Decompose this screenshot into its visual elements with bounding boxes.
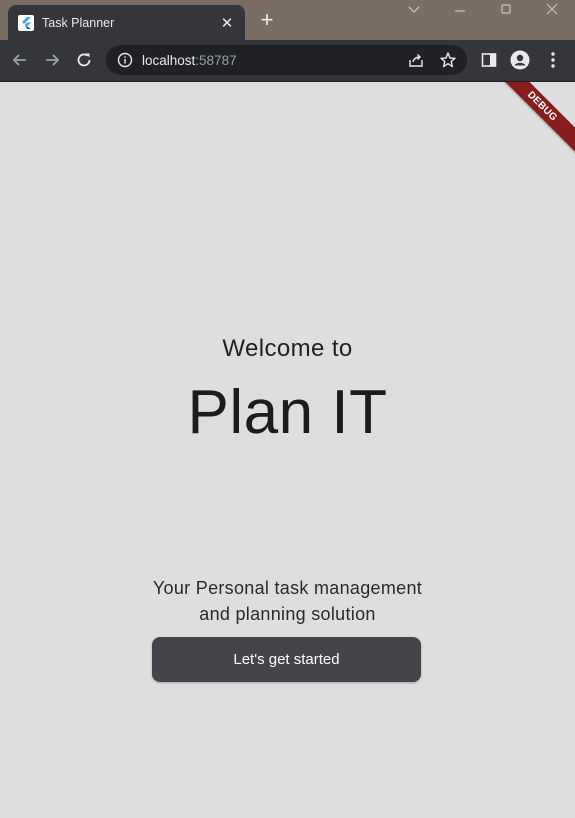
url-port: :58787 <box>195 52 237 68</box>
browser-tab[interactable]: Task Planner ✕ <box>8 5 245 40</box>
app-title: Plan IT <box>187 378 388 447</box>
reload-icon[interactable] <box>72 48 96 72</box>
forward-arrow-icon[interactable] <box>40 48 64 72</box>
minimize-icon[interactable] <box>448 2 472 22</box>
maximize-icon[interactable] <box>494 2 518 22</box>
window-close-icon[interactable] <box>540 2 564 22</box>
tagline-line-1: Your Personal task management <box>152 578 423 598</box>
side-panel-icon[interactable] <box>478 49 500 71</box>
tab-search-icon[interactable] <box>402 2 426 22</box>
back-arrow-icon[interactable] <box>8 48 32 72</box>
site-info-icon[interactable] <box>117 52 133 68</box>
menu-kebab-icon[interactable] <box>542 49 564 71</box>
new-tab-button[interactable]: + <box>255 9 279 33</box>
app-page: DEBUG Welcome to Plan IT Your Personal t… <box>0 82 575 818</box>
profile-avatar-icon[interactable] <box>509 49 531 71</box>
share-icon[interactable] <box>405 49 427 71</box>
url-host: localhost <box>142 52 196 68</box>
flutter-favicon-icon <box>18 14 34 31</box>
get-started-button[interactable]: Let's get started <box>152 637 421 682</box>
browser-tab-strip: Task Planner ✕ + <box>0 0 575 40</box>
debug-banner: DEBUG <box>490 82 575 159</box>
bookmark-star-icon[interactable] <box>437 49 459 71</box>
tagline-line-2: and planning solution <box>199 604 376 624</box>
tab-title: Task Planner <box>42 15 115 30</box>
address-bar[interactable]: localhost:58787 <box>106 45 467 75</box>
tagline: Your Personal task management and planni… <box>0 575 575 627</box>
url-text[interactable]: localhost:58787 <box>142 53 395 68</box>
browser-toolbar: localhost:58787 <box>0 40 575 82</box>
tab-close-icon[interactable]: ✕ <box>219 14 235 32</box>
welcome-heading: Welcome to <box>222 335 353 362</box>
